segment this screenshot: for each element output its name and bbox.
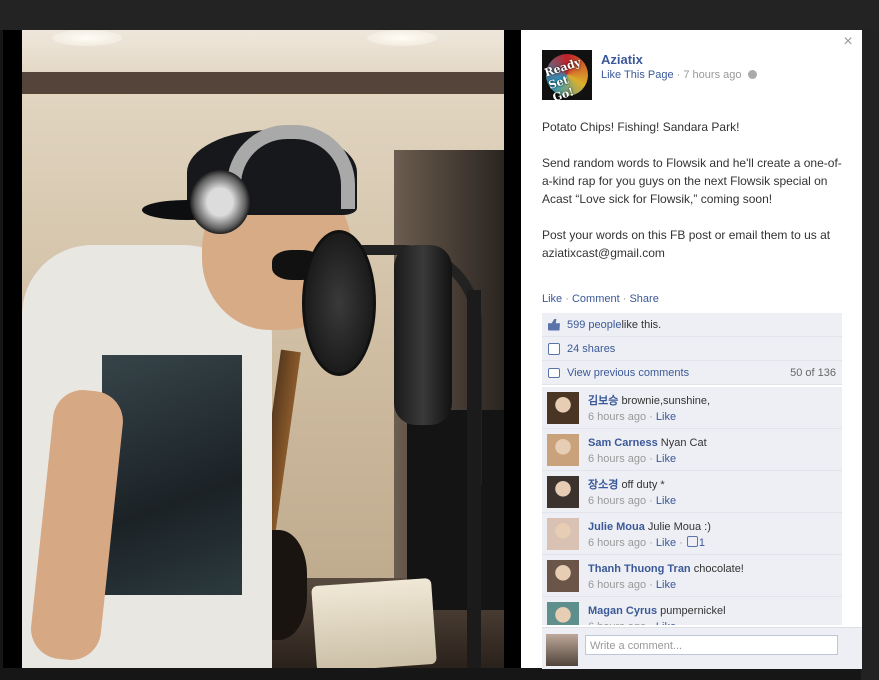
commenter-avatar[interactable] xyxy=(547,602,579,625)
comment-like-count[interactable]: 1 xyxy=(699,537,705,549)
comment-like-link[interactable]: Like xyxy=(656,537,676,549)
comment-text: Nyan Cat xyxy=(660,437,707,449)
comment-body: Julie Moua Julie Moua :) 6 hours ago · L… xyxy=(588,519,833,551)
write-comment-row: Write a comment... xyxy=(542,627,862,669)
view-previous-row: View previous comments 50 of 136 xyxy=(542,361,842,385)
dimmed-top-bar xyxy=(0,0,879,30)
comment-meta: 6 hours ago · Like xyxy=(588,411,677,423)
comment-item: Thanh Thuong Tran chocolate! 6 hours ago… xyxy=(542,555,842,597)
comment-item: 김보승 brownie,sunshine, 6 hours ago · Like xyxy=(542,387,842,429)
comment-time[interactable]: 6 hours ago xyxy=(588,411,646,423)
comment-meta: 6 hours ago · Like xyxy=(588,453,677,465)
comment-like-link[interactable]: Like xyxy=(656,579,676,591)
comment-author[interactable]: Julie Moua xyxy=(588,521,645,533)
dimmed-right-edge xyxy=(861,30,879,680)
comment-item: Julie Moua Julie Moua :) 6 hours ago · L… xyxy=(542,513,842,555)
comment-text: Julie Moua :) xyxy=(647,521,711,533)
comment-like-link[interactable]: Like xyxy=(656,411,676,423)
comment-time[interactable]: 6 hours ago xyxy=(588,453,646,465)
headphone-cup xyxy=(190,170,250,234)
ceiling-light xyxy=(367,30,437,46)
photo xyxy=(22,30,504,668)
comment-author[interactable]: 김보승 xyxy=(588,395,618,407)
mic-stand xyxy=(467,290,481,668)
shirt-print xyxy=(102,355,242,595)
close-icon[interactable]: × xyxy=(840,34,856,50)
comment-body: Sam Carness Nyan Cat 6 hours ago · Like xyxy=(588,435,833,467)
likes-count-link[interactable]: 599 people xyxy=(567,319,621,331)
comment-meta: 6 hours ago · Like · 1 xyxy=(588,536,705,549)
comment-item: 장소경 off duty * 6 hours ago · Like xyxy=(542,471,842,513)
commenter-avatar[interactable] xyxy=(547,476,579,508)
commenter-avatar[interactable] xyxy=(547,518,579,550)
comment-author[interactable]: Thanh Thuong Tran xyxy=(588,563,691,575)
share-link[interactable]: Share xyxy=(629,293,658,305)
shares-row: 24 shares xyxy=(542,337,842,361)
feedback-box: 599 people like this. 24 shares View pre… xyxy=(542,313,842,625)
comment-meta: 6 hours ago · Like xyxy=(588,619,833,625)
comment-time[interactable]: 6 hours ago xyxy=(588,621,646,625)
comment-body: Magan Cyrus pumpernickel 6 hours ago · L… xyxy=(588,603,833,625)
mixer-console xyxy=(311,577,437,668)
post-actions: Like · Comment · Share xyxy=(542,293,659,305)
comment-meta: 6 hours ago · Like xyxy=(588,579,677,591)
viewer-avatar xyxy=(546,634,578,666)
ceiling-beam xyxy=(22,72,504,94)
comment-text: off duty * xyxy=(621,479,665,491)
commenter-avatar[interactable] xyxy=(547,434,579,466)
comment-text: chocolate! xyxy=(693,563,744,575)
post-paragraph: Send random words to Flowsik and he'll c… xyxy=(542,156,842,206)
like-page-link[interactable]: Like This Page xyxy=(601,69,674,81)
commenter-avatar[interactable] xyxy=(547,560,579,592)
comment-body: 김보승 brownie,sunshine, 6 hours ago · Like xyxy=(588,393,833,425)
post-timestamp[interactable]: 7 hours ago xyxy=(683,69,741,81)
comment-item: Magan Cyrus pumpernickel 6 hours ago · L… xyxy=(542,597,842,625)
comment-text: pumpernickel xyxy=(660,605,726,617)
post-message: Potato Chips! Fishing! Sandara Park! Sen… xyxy=(542,118,842,280)
ceiling-light xyxy=(52,30,122,46)
post-meta: Like This Page · 7 hours ago xyxy=(601,69,757,81)
comments-icon xyxy=(548,367,560,378)
comment-author[interactable]: 장소경 xyxy=(588,479,618,491)
comment-author[interactable]: Sam Carness xyxy=(588,437,658,449)
thumbs-up-icon xyxy=(548,318,560,331)
comment-like-link[interactable]: Like xyxy=(656,621,676,625)
likes-row: 599 people like this. xyxy=(542,313,842,337)
globe-icon xyxy=(747,70,757,79)
comment-link[interactable]: Comment xyxy=(572,293,620,305)
likes-suffix: like this. xyxy=(621,318,662,331)
pop-filter xyxy=(302,230,376,376)
post-paragraph: Potato Chips! Fishing! Sandara Park! xyxy=(542,120,740,134)
shares-link[interactable]: 24 shares xyxy=(567,343,615,355)
page-name-link[interactable]: Aziatix xyxy=(601,52,643,67)
microphone xyxy=(394,245,452,425)
comment-time[interactable]: 6 hours ago xyxy=(588,537,646,549)
comment-input[interactable]: Write a comment... xyxy=(585,635,838,655)
comment-item: Sam Carness Nyan Cat 6 hours ago · Like xyxy=(542,429,842,471)
page-avatar[interactable]: Ready Set Go! xyxy=(542,50,592,100)
photo-stage[interactable] xyxy=(3,30,521,668)
like-link[interactable]: Like xyxy=(542,293,562,305)
thumbs-up-icon xyxy=(686,536,698,547)
comment-body: 장소경 off duty * 6 hours ago · Like xyxy=(588,477,833,509)
post-paragraph: Post your words on this FB post or email… xyxy=(542,228,831,260)
post-panel: × Ready Set Go! Aziatix Like This Page ·… xyxy=(521,30,862,669)
comment-meta: 6 hours ago · Like xyxy=(588,495,677,507)
view-previous-comments-link[interactable]: View previous comments xyxy=(567,367,689,379)
comment-body: Thanh Thuong Tran chocolate! 6 hours ago… xyxy=(588,561,833,593)
commenter-avatar[interactable] xyxy=(547,392,579,424)
share-icon xyxy=(548,342,560,355)
comment-list[interactable]: 김보승 brownie,sunshine, 6 hours ago · Like… xyxy=(542,387,842,625)
comment-like-link[interactable]: Like xyxy=(656,453,676,465)
comment-like-link[interactable]: Like xyxy=(656,495,676,507)
comment-count: 50 of 136 xyxy=(790,366,836,379)
comment-text: brownie,sunshine, xyxy=(621,395,711,407)
comment-time[interactable]: 6 hours ago xyxy=(588,495,646,507)
comment-time[interactable]: 6 hours ago xyxy=(588,579,646,591)
comment-author[interactable]: Magan Cyrus xyxy=(588,605,657,617)
